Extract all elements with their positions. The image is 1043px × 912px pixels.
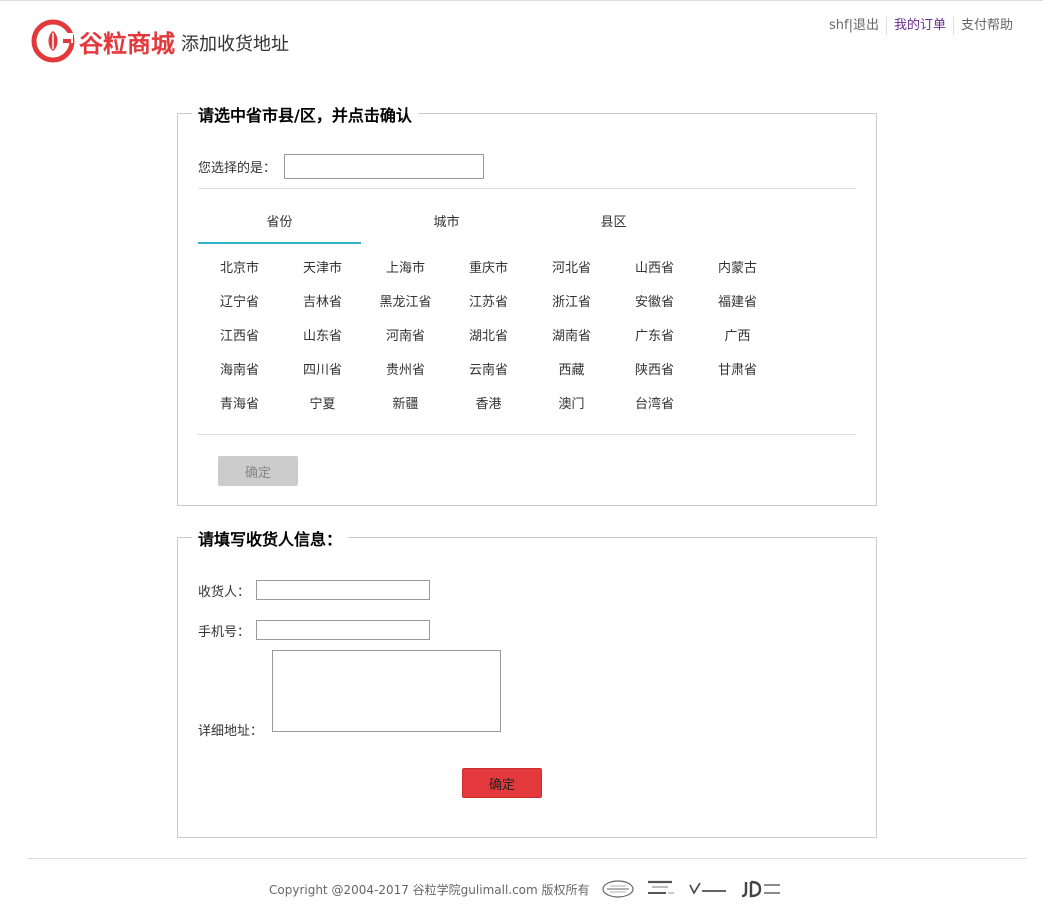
province-item[interactable]: 河北省 bbox=[530, 252, 613, 286]
picked-area-row: 您选择的是： bbox=[198, 154, 485, 179]
province-item[interactable]: 澳门 bbox=[530, 388, 613, 422]
province-item[interactable]: 青海省 bbox=[198, 388, 281, 422]
page-title: 添加收货地址 bbox=[181, 34, 289, 55]
province-item[interactable]: 浙江省 bbox=[530, 286, 613, 320]
logo-text: 谷粒商城 bbox=[79, 29, 175, 58]
copyright-text: Copyright @2004-2017 谷粒学院gulimall.com 版权… bbox=[269, 882, 590, 897]
receiver-info-fieldset: 请填写收货人信息： 收货人： 手机号： 详细地址： 确定 bbox=[177, 526, 877, 838]
top-nav: shf|退出 我的订单 支付帮助 bbox=[822, 17, 1020, 35]
province-item[interactable]: 陕西省 bbox=[613, 354, 696, 388]
payment-help-link[interactable]: 支付帮助 bbox=[952, 17, 1020, 35]
province-item[interactable]: 台湾省 bbox=[613, 388, 696, 422]
picked-area-input[interactable] bbox=[284, 154, 485, 179]
tab-province[interactable]: 省份 bbox=[198, 210, 361, 244]
province-item[interactable]: 吉林省 bbox=[281, 286, 364, 320]
receiver-info-legend: 请填写收货人信息： bbox=[192, 526, 349, 550]
divider bbox=[198, 434, 856, 435]
receiver-confirm-button[interactable]: 确定 bbox=[462, 768, 542, 798]
province-item[interactable]: 北京市 bbox=[198, 252, 281, 286]
province-item[interactable]: 安徽省 bbox=[613, 286, 696, 320]
jd-com-icon bbox=[740, 880, 782, 898]
tab-city[interactable]: 城市 bbox=[365, 210, 528, 244]
logo[interactable]: 谷粒商城 添加收货地址 bbox=[31, 19, 289, 63]
gulimall-logo-icon bbox=[31, 19, 75, 63]
footer: Copyright @2004-2017 谷粒学院gulimall.com 版权… bbox=[269, 879, 782, 899]
area-selection-legend: 请选中省市县/区，并点击确认 bbox=[192, 102, 418, 126]
picked-area-label: 您选择的是： bbox=[198, 161, 277, 176]
province-list: 北京市 天津市 上海市 重庆市 河北省 山西省 内蒙古辽宁省 吉林省 黑龙江省 江苏省 浙江省 安徽省… bbox=[198, 252, 778, 422]
verified-by-visa-icon bbox=[646, 879, 676, 899]
area-tabs: 省份 城市 县区 bbox=[198, 210, 695, 244]
divider bbox=[198, 188, 856, 189]
province-item[interactable]: 湖北省 bbox=[447, 320, 530, 354]
province-item[interactable]: 河南省 bbox=[364, 320, 447, 354]
ccg-badge-icon bbox=[601, 880, 634, 898]
province-item[interactable]: 山东省 bbox=[281, 320, 364, 354]
phone-input[interactable] bbox=[256, 620, 431, 640]
province-item[interactable]: 西藏 bbox=[530, 354, 613, 388]
province-item[interactable]: 香港 bbox=[447, 388, 530, 422]
receiver-label: 收货人： bbox=[198, 584, 251, 600]
address-label: 详细地址： bbox=[198, 724, 264, 739]
verisign-icon bbox=[688, 881, 728, 897]
province-item[interactable]: 黑龙江省 bbox=[364, 286, 447, 320]
province-item[interactable]: 福建省 bbox=[696, 286, 779, 320]
province-item[interactable]: 新疆 bbox=[364, 388, 447, 422]
area-confirm-button[interactable]: 确定 bbox=[218, 456, 298, 486]
province-item[interactable]: 重庆市 bbox=[447, 252, 530, 286]
receiver-input[interactable] bbox=[256, 580, 431, 600]
province-item[interactable]: 天津市 bbox=[281, 252, 364, 286]
province-item[interactable]: 四川省 bbox=[281, 354, 364, 388]
my-orders-link[interactable]: 我的订单 bbox=[885, 17, 953, 35]
tab-district[interactable]: 县区 bbox=[532, 210, 695, 244]
province-item[interactable]: 海南省 bbox=[198, 354, 281, 388]
province-item[interactable]: 广东省 bbox=[613, 320, 696, 354]
phone-row: 手机号： bbox=[198, 620, 431, 640]
province-item[interactable]: 山西省 bbox=[613, 252, 696, 286]
receiver-row: 收货人： bbox=[198, 580, 431, 600]
province-item[interactable]: 贵州省 bbox=[364, 354, 447, 388]
footer-divider bbox=[27, 858, 1026, 859]
province-item[interactable]: 甘肃省 bbox=[696, 354, 779, 388]
province-item[interactable]: 江西省 bbox=[198, 320, 281, 354]
province-item[interactable]: 湖南省 bbox=[530, 320, 613, 354]
province-item[interactable]: 云南省 bbox=[447, 354, 530, 388]
address-textarea[interactable] bbox=[272, 650, 501, 732]
province-item[interactable]: 上海市 bbox=[364, 252, 447, 286]
province-item[interactable]: 广西 bbox=[696, 320, 779, 354]
province-item[interactable]: 江苏省 bbox=[447, 286, 530, 320]
phone-label: 手机号： bbox=[198, 624, 251, 640]
logout-link[interactable]: shf|退出 bbox=[822, 17, 886, 35]
area-selection-fieldset: 请选中省市县/区，并点击确认 您选择的是： 省份 城市 县区 北京市 天津市 上海市… bbox=[177, 102, 877, 506]
province-item[interactable]: 内蒙古 bbox=[696, 252, 779, 286]
province-item[interactable]: 宁夏 bbox=[281, 388, 364, 422]
province-item[interactable]: 辽宁省 bbox=[198, 286, 281, 320]
